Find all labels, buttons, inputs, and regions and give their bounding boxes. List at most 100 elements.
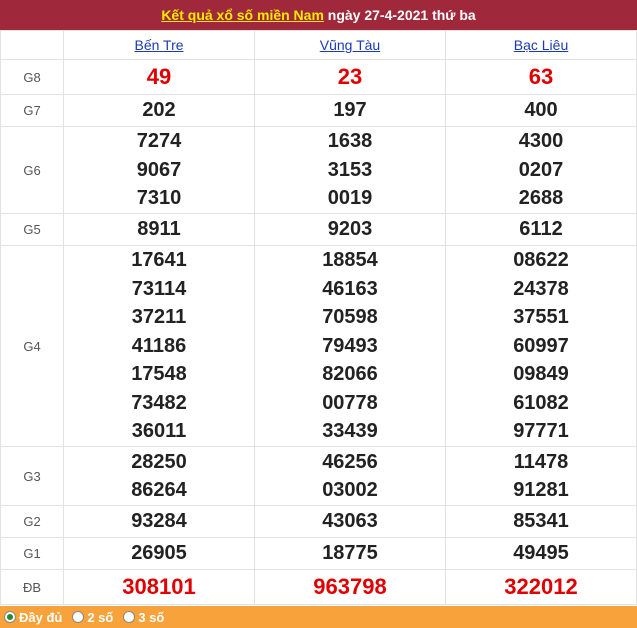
results-header: Kết quả xổ số miền Nam ngày 27-4-2021 th…: [0, 0, 637, 30]
prize-number: 46256: [322, 450, 378, 473]
radio-icon[interactable]: [72, 611, 85, 623]
prize-number: 93284: [131, 510, 187, 533]
prize-number: 4300: [518, 130, 564, 153]
prize-label: ĐB: [0, 569, 64, 605]
prize-number: 18775: [322, 542, 378, 565]
prize-number: 17641: [131, 249, 187, 272]
prize-label: G8: [0, 59, 64, 95]
prize-number: 97771: [513, 420, 569, 443]
province-column-header[interactable]: Bến Tre: [63, 30, 255, 60]
prize-label: G4: [0, 245, 64, 447]
prize-number: 7310: [136, 187, 182, 210]
prize-number: 23: [337, 64, 363, 89]
prize-cell: 28250 86264: [63, 446, 255, 506]
prize-number: 963798: [313, 574, 387, 599]
prize-number: 00778: [322, 391, 378, 414]
prize-row: G7 202 197 400: [0, 94, 637, 127]
prize-number: 49495: [513, 542, 569, 565]
results-date: ngày 27-4-2021 thứ ba: [323, 7, 476, 23]
prize-number: 60997: [513, 334, 569, 357]
prize-number: 400: [524, 99, 558, 122]
option-2-digits[interactable]: 2 số: [72, 610, 113, 625]
prize-number: 9203: [327, 218, 373, 241]
prize-number: 26905: [131, 542, 187, 565]
prize-number: 202: [142, 99, 176, 122]
table-header-row: Bến Tre Vũng Tàu Bạc Liêu: [0, 30, 637, 60]
prize-cell: 63: [445, 59, 637, 95]
prize-label: G1: [0, 537, 64, 570]
display-mode-bar: Đầy đủ 2 số 3 số: [0, 606, 637, 628]
prize-cell: 85341: [445, 505, 637, 538]
province-link[interactable]: Bạc Liêu: [514, 37, 568, 53]
prize-cell: 322012: [445, 569, 637, 605]
prize-cell: 7274 9067 7310: [63, 126, 255, 214]
province-link[interactable]: Bến Tre: [134, 37, 183, 53]
prize-number: 43063: [322, 510, 378, 533]
prize-number: 197: [333, 99, 367, 122]
option-full[interactable]: Đầy đủ: [4, 610, 62, 625]
prize-number: 322012: [504, 574, 578, 599]
prize-row: G1 26905 18775 49495: [0, 537, 637, 570]
prize-row: G6 7274 9067 7310 1638 3153 0019 4300 0207 2688: [0, 126, 637, 214]
prize-number: 28250: [131, 450, 187, 473]
prize-cell: 08622 24378 37551 60997 09849 61082 97771: [445, 245, 637, 447]
prize-number: 73114: [131, 277, 187, 300]
prize-label: G5: [0, 213, 64, 246]
prize-number: 2688: [518, 187, 564, 210]
prize-row: G3 28250 86264 46256 03002 11478 91281: [0, 446, 637, 506]
prize-cell: 49495: [445, 537, 637, 570]
prize-cell: 197: [254, 94, 446, 127]
results-title-link[interactable]: Kết quả xổ số miền Nam: [161, 7, 324, 23]
prize-cell: 308101: [63, 569, 255, 605]
prize-number: 70598: [322, 306, 378, 329]
prize-cell: 43063: [254, 505, 446, 538]
prize-cell: 17641 73114 37211 41186 17548 73482 36011: [63, 245, 255, 447]
province-link[interactable]: Vũng Tàu: [320, 37, 380, 53]
prize-number: 17548: [131, 363, 187, 386]
prize-number: 63: [528, 64, 554, 89]
prize-cell: 9203: [254, 213, 446, 246]
prize-number: 37551: [513, 306, 569, 329]
prize-number: 79493: [322, 334, 378, 357]
prize-row: G5 8911 9203 6112: [0, 213, 637, 246]
lottery-results-panel: Kết quả xổ số miền Nam ngày 27-4-2021 th…: [0, 0, 637, 628]
prize-number: 82066: [322, 363, 378, 386]
prize-number: 49: [146, 64, 172, 89]
prize-number: 18854: [322, 249, 378, 272]
prize-number: 91281: [513, 479, 569, 501]
radio-icon[interactable]: [123, 611, 136, 623]
prize-number: 3153: [327, 158, 373, 181]
province-column-header[interactable]: Vũng Tàu: [254, 30, 446, 60]
prize-number: 11478: [513, 450, 569, 473]
prize-number: 24378: [513, 277, 569, 300]
prize-cell: 202: [63, 94, 255, 127]
prize-number: 7274: [136, 130, 182, 153]
prize-cell: 8911: [63, 213, 255, 246]
radio-icon[interactable]: [4, 611, 16, 623]
province-column-header[interactable]: Bạc Liêu: [445, 30, 637, 60]
prize-number: 308101: [122, 574, 196, 599]
prize-number: 86264: [131, 479, 187, 501]
option-3-digits[interactable]: 3 số: [123, 610, 164, 625]
prize-label: G7: [0, 94, 64, 127]
prize-number: 6112: [519, 218, 563, 241]
prize-number: 0019: [327, 187, 373, 210]
prize-cell: 23: [254, 59, 446, 95]
prize-row: G8 49 23 63: [0, 59, 637, 95]
prize-label: G6: [0, 126, 64, 214]
prize-cell: 4300 0207 2688: [445, 126, 637, 214]
prize-number: 37211: [131, 306, 187, 329]
prize-row: ĐB 308101 963798 322012: [0, 569, 637, 605]
prize-number: 09849: [513, 363, 569, 386]
prize-number: 9067: [136, 158, 182, 181]
prize-cell: 6112: [445, 213, 637, 246]
prize-label: G3: [0, 446, 64, 506]
prize-number: 61082: [513, 391, 569, 414]
prize-cell: 11478 91281: [445, 446, 637, 506]
prize-number: 36011: [131, 420, 187, 443]
prize-cell: 46256 03002: [254, 446, 446, 506]
prize-number: 85341: [513, 510, 569, 533]
prize-label: G2: [0, 505, 64, 538]
prize-number: 46163: [322, 277, 378, 300]
prize-cell: 1638 3153 0019: [254, 126, 446, 214]
